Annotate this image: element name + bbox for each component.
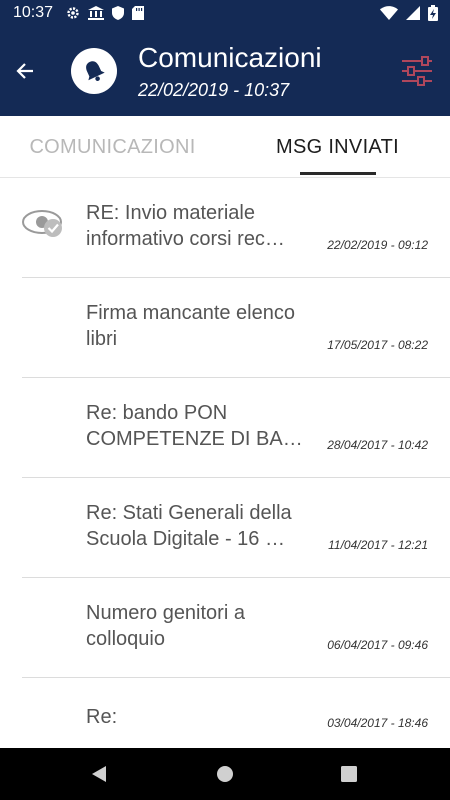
settings-gear-icon <box>67 7 79 19</box>
status-time: 10:37 <box>13 4 54 21</box>
read-eye-check-icon <box>22 210 62 237</box>
tab-msg-inviati[interactable]: MSG INVIATI <box>225 116 450 178</box>
message-date: 17/05/2017 - 08:22 <box>327 338 428 352</box>
tab-bar: COMUNICAZIONI MSG INVIATI <box>0 116 450 178</box>
message-date: 11/04/2017 - 12:21 <box>328 538 428 552</box>
wifi-icon <box>380 6 398 20</box>
bank-icon <box>88 6 104 20</box>
app-header: Comunicazioni 22/02/2019 - 10:37 <box>0 26 450 116</box>
signal-icon <box>406 6 420 20</box>
circle-home-icon <box>217 766 233 782</box>
page-subtitle-datetime: 22/02/2019 - 10:37 <box>138 80 290 100</box>
shield-icon <box>112 6 124 20</box>
sent-messages-list: RE: Invio materiale informativo corsi re… <box>0 178 450 748</box>
list-item[interactable]: Numero genitori a colloquio 06/04/2017 -… <box>22 578 450 678</box>
status-bar: 10:37 <box>0 0 450 26</box>
message-title: Numero genitori a colloquio <box>86 602 245 650</box>
status-icons-left <box>66 6 144 20</box>
nav-recents-button[interactable] <box>337 762 361 786</box>
message-title: Re: bando PON COMPETENZE DI BA… <box>86 402 303 450</box>
message-title: Firma mancante elenco libri <box>86 302 295 350</box>
tab-comunicazioni[interactable]: COMUNICAZIONI <box>0 116 225 178</box>
list-item[interactable]: Re: 03/04/2017 - 18:46 <box>22 678 450 748</box>
page-title: Comunicazioni <box>138 42 322 73</box>
battery-charging-icon <box>428 5 438 21</box>
filter-button[interactable] <box>400 56 434 86</box>
list-item[interactable]: Re: bando PON COMPETENZE DI BA… 28/04/20… <box>22 378 450 478</box>
square-recents-icon <box>341 766 357 782</box>
triangle-back-icon <box>92 766 106 782</box>
list-item[interactable]: RE: Invio materiale informativo corsi re… <box>22 178 450 278</box>
message-date: 03/04/2017 - 18:46 <box>327 716 428 730</box>
sd-card-icon <box>132 6 144 20</box>
message-title: RE: Invio materiale informativo corsi re… <box>86 202 285 250</box>
sliders-filter-icon <box>402 56 432 86</box>
back-button[interactable] <box>10 56 40 86</box>
message-date: 28/04/2017 - 10:42 <box>327 438 428 452</box>
active-tab-indicator <box>300 172 376 175</box>
status-icons-right <box>380 5 438 21</box>
message-date: 06/04/2017 - 09:46 <box>327 638 428 652</box>
list-item[interactable]: Re: Stati Generali della Scuola Digitale… <box>22 478 450 578</box>
message-title: Re: Stati Generali della Scuola Digitale… <box>86 502 292 550</box>
bell-icon <box>86 61 105 82</box>
back-arrow-icon <box>16 63 33 79</box>
app-avatar <box>71 48 117 94</box>
nav-back-button[interactable] <box>87 762 111 786</box>
list-item[interactable]: Firma mancante elenco libri 17/05/2017 -… <box>22 278 450 378</box>
message-title: Re: <box>86 706 118 728</box>
message-date: 22/02/2019 - 09:12 <box>327 238 428 252</box>
system-nav-bar <box>0 748 450 800</box>
nav-home-button[interactable] <box>213 762 237 786</box>
